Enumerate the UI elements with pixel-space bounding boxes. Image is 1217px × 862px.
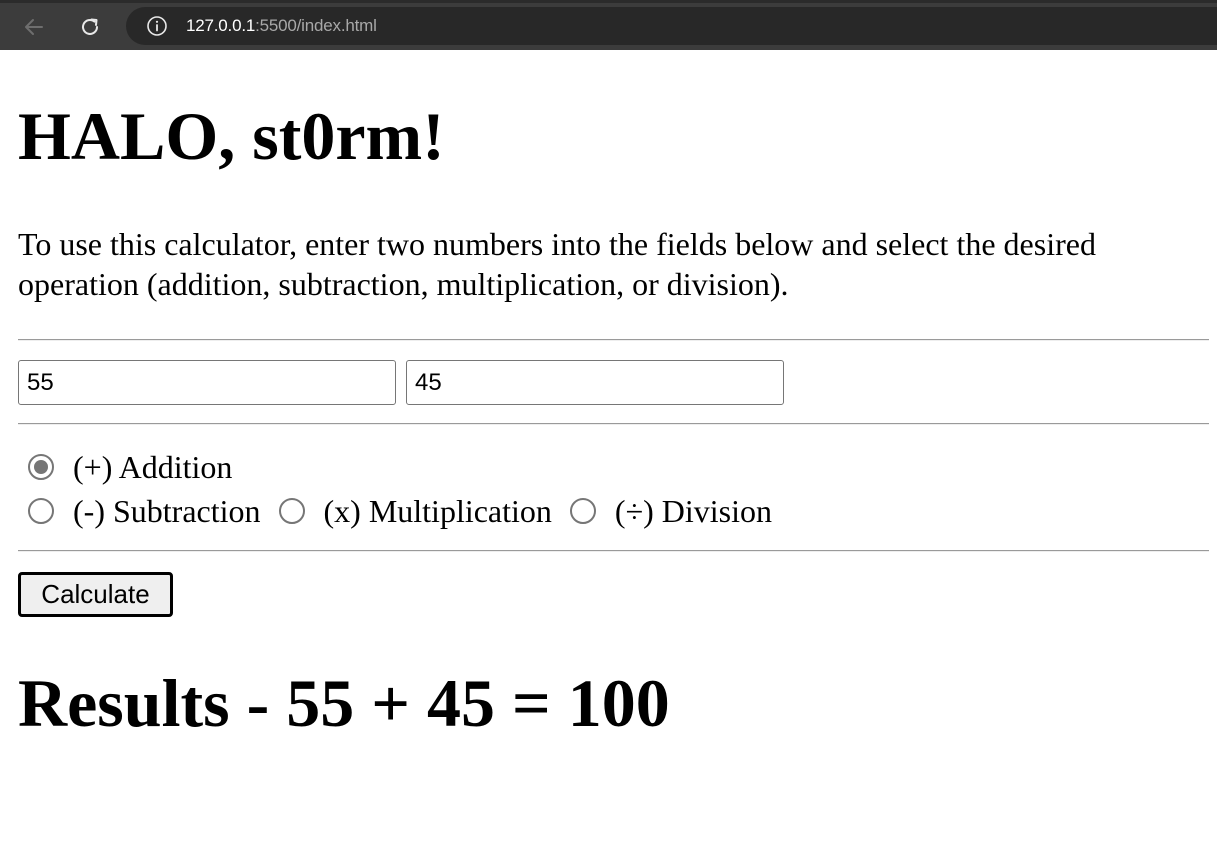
url-path: :5500/index.html — [255, 16, 377, 35]
page-title: HALO, st0rm! — [18, 98, 445, 174]
first-number-input[interactable] — [18, 360, 396, 405]
url-text[interactable]: 127.0.0.1:5500/index.html — [186, 16, 377, 36]
back-button[interactable] — [18, 11, 50, 43]
subtraction-label[interactable]: (-) Subtraction — [73, 493, 261, 530]
reload-icon — [82, 18, 98, 35]
address-bar[interactable]: 127.0.0.1:5500/index.html — [126, 7, 1217, 45]
subtraction-radio[interactable] — [28, 498, 54, 524]
operation-row: (-) Subtraction (x) Multiplication (÷) D… — [28, 493, 772, 529]
divider — [18, 339, 1209, 341]
reload-button[interactable] — [74, 11, 106, 43]
browser-toolbar: 127.0.0.1:5500/index.html — [0, 0, 1217, 50]
division-radio[interactable] — [569, 498, 596, 524]
second-number-input[interactable] — [406, 360, 784, 405]
multiplication-radio[interactable] — [278, 498, 305, 524]
operation-row: (+) Addition — [28, 449, 232, 485]
divider — [18, 423, 1209, 425]
division-label[interactable]: (÷) Division — [615, 493, 772, 530]
info-icon[interactable] — [146, 15, 168, 37]
multiplication-label[interactable]: (x) Multiplication — [324, 493, 552, 530]
arrow-left-icon — [25, 19, 43, 35]
divider — [18, 550, 1209, 552]
url-host: 127.0.0.1 — [186, 16, 256, 35]
calculate-button[interactable]: Calculate — [18, 572, 173, 617]
instructions-text: To use this calculator, enter two number… — [18, 226, 1096, 302]
results-heading: Results - 55 + 45 = 100 — [18, 665, 670, 741]
addition-label[interactable]: (+) Addition — [73, 449, 232, 486]
addition-radio[interactable] — [28, 454, 54, 480]
